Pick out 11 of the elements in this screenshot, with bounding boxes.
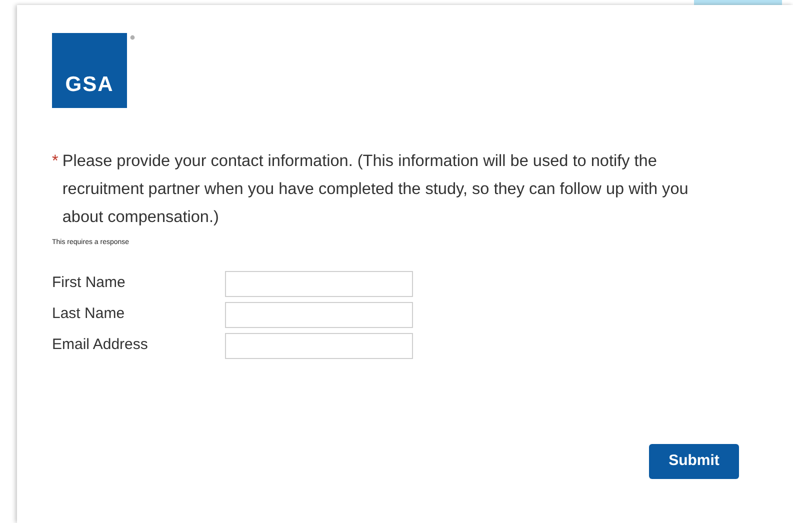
question-text: Please provide your contact information. (This information will be used to notify the recruitment partner when you have completed the study, so they can follow up with you about compensation.) bbox=[62, 151, 690, 228]
field-label: Last Name bbox=[52, 304, 126, 324]
registered-mark-icon bbox=[130, 35, 135, 40]
input-field[interactable] bbox=[225, 332, 413, 358]
input-field[interactable] bbox=[225, 302, 413, 328]
required-asterisk: * bbox=[52, 151, 58, 172]
field-label: Email Address bbox=[52, 335, 149, 356]
field-label: First Name bbox=[52, 273, 126, 294]
submit-button[interactable]: Submit bbox=[649, 444, 739, 478]
input-field[interactable] bbox=[225, 270, 413, 296]
gsa-logo: GSA bbox=[52, 33, 127, 108]
